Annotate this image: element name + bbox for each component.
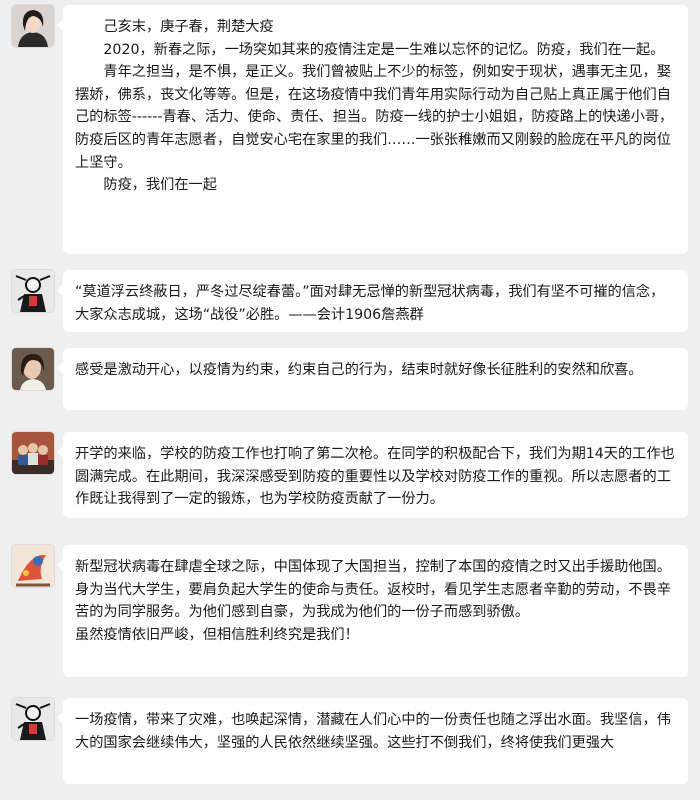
- message-text: 虽然疫情依旧严峻，但相信胜利终究是我们！: [75, 626, 359, 643]
- comic-art-avatar-icon[interactable]: [12, 270, 54, 312]
- girl-photo-avatar-icon[interactable]: [12, 348, 54, 390]
- message-text: 青年之担当，是不惧，是正义。我们曾被贴上不少的标签，例如安于现状，遇事无主见，娶…: [75, 64, 674, 171]
- message-5-bubble: 新型冠状病毒在肆虐全球之际，中国体现了大国担当，控制了本国的疫情之时又出手援助他…: [57, 545, 688, 677]
- message-4-bubble: 开学的来临，学校的防疫工作也打响了第二次枪。在同学的积极配合下，我们为期14天的…: [57, 432, 688, 518]
- message-3-bubble: 感受是激动开心，以疫情为约束，约束自己的行为，结束时就好像长征胜利的安然和欣喜。: [57, 348, 688, 410]
- portrait-photo-icon[interactable]: [12, 5, 54, 47]
- message-text: 2020，新春之际，一场突如其来的疫情注定是一生难以忘怀的记忆。防疫，我们在一起…: [103, 41, 665, 58]
- message-1-bubble: 己亥末，庚子春，荆楚大疫 2020，新春之际，一场突如其来的疫情注定是一生难以忘…: [57, 5, 688, 254]
- message-text: 己亥末，庚子春，荆楚大疫: [103, 19, 274, 35]
- chat-conversation: 己亥末，庚子春，荆楚大疫 2020，新春之际，一场突如其来的疫情注定是一生难以忘…: [0, 0, 700, 800]
- message-text: 开学的来临，学校的防疫工作也打响了第二次枪。在同学的积极配合下，我们为期14天的…: [75, 446, 675, 508]
- message-2-bubble: “莫道浮云终蔽日，严冬过尽绽春蕾。”面对肆无忌惮的新型冠状病毒，我们有坚不可摧的…: [57, 270, 688, 332]
- group-photo-avatar-icon[interactable]: [12, 432, 54, 474]
- message-text: 防疫，我们在一起: [103, 177, 217, 194]
- comic-art-avatar-icon[interactable]: [12, 698, 54, 740]
- message-text: 新型冠状病毒在肆虐全球之际，中国体现了大国担当，控制了本国的疫情之时又出手援助他…: [75, 559, 671, 621]
- message-text: “莫道浮云终蔽日，严冬过尽绽春蕾。”面对肆无忌惮的新型冠状病毒，我们有坚不可摧的…: [75, 284, 665, 323]
- message-6-bubble: 一场疫情，带来了灾难，也唤起深情，潜藏在人们心中的一份责任也随之浮出水面。我坚信…: [57, 698, 688, 784]
- message-text: 感受是激动开心，以疫情为约束，约束自己的行为，结束时就好像长征胜利的安然和欣喜。: [75, 362, 643, 378]
- message-text: 一场疫情，带来了灾难，也唤起深情，潜藏在人们心中的一份责任也随之浮出水面。我坚信…: [75, 712, 671, 751]
- cartoon-avatar-icon[interactable]: [12, 545, 54, 587]
